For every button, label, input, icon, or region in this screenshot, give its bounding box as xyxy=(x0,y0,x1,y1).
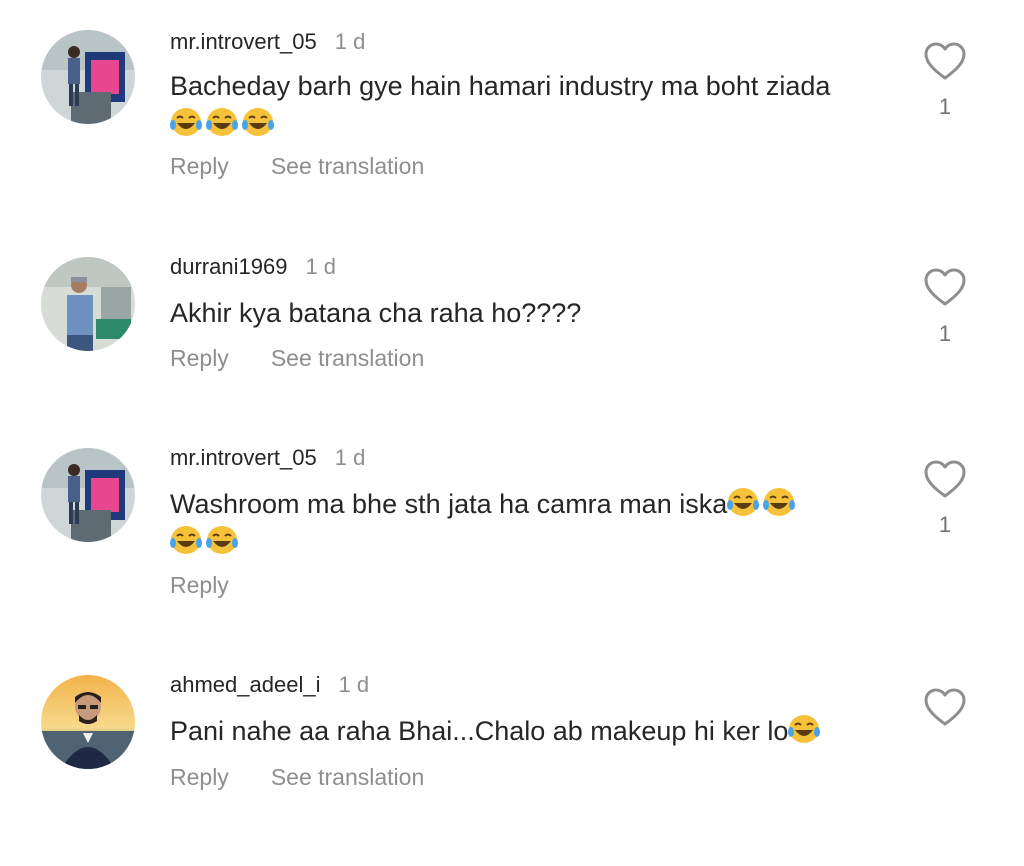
comment-text: Pani nahe aa raha Bhai...Chalo ab makeup… xyxy=(170,712,890,750)
laughing-tears-emoji xyxy=(788,714,821,744)
avatar-image xyxy=(41,675,135,769)
comment-text: Akhir kya batana cha raha ho???? xyxy=(170,294,890,332)
avatar[interactable] xyxy=(41,257,135,351)
see-translation-button[interactable]: See translation xyxy=(271,345,424,372)
avatar[interactable] xyxy=(41,448,135,542)
reply-button[interactable]: Reply xyxy=(170,764,229,791)
like-button[interactable] xyxy=(923,42,967,82)
comment-meta: mr.introvert_05 1 d xyxy=(170,445,365,475)
laughing-tears-emoji xyxy=(206,525,238,555)
laughing-tears-emoji xyxy=(727,487,760,517)
like-count: 1 xyxy=(938,321,952,346)
comment-text: Washroom ma bhe sth jata ha camra man is… xyxy=(170,485,890,561)
avatar-image xyxy=(41,257,135,351)
heart-outline-icon xyxy=(924,460,966,498)
avatar[interactable] xyxy=(41,30,135,124)
avatar-image xyxy=(41,30,135,124)
see-translation-button[interactable]: See translation xyxy=(271,764,424,791)
comment-actions: Reply See translation xyxy=(170,153,466,180)
laughing-tears-emoji xyxy=(170,525,202,555)
laughing-tears-emoji xyxy=(242,107,274,137)
reply-button[interactable]: Reply xyxy=(170,572,229,599)
avatar[interactable] xyxy=(41,675,135,769)
like-count: 1 xyxy=(938,94,952,119)
comment-text: Bacheday barh gye hain hamari industry m… xyxy=(170,67,890,143)
avatar-image xyxy=(41,448,135,542)
reply-button[interactable]: Reply xyxy=(170,345,229,372)
comment-username[interactable]: mr.introvert_05 xyxy=(170,445,317,471)
heart-outline-icon xyxy=(924,42,966,80)
comment-body: Akhir kya batana cha raha ho???? xyxy=(170,298,582,328)
heart-outline-icon xyxy=(924,268,966,306)
comment-body: Washroom ma bhe sth jata ha camra man is… xyxy=(170,489,728,519)
comment-actions: Reply See translation xyxy=(170,345,466,372)
comment-username[interactable]: durrani1969 xyxy=(170,254,287,280)
comment-timestamp: 1 d xyxy=(334,445,366,470)
comment-timestamp: 1 d xyxy=(305,254,337,279)
comment-username[interactable]: ahmed_adeel_i xyxy=(170,672,320,698)
comment-timestamp: 1 d xyxy=(334,29,366,54)
like-button[interactable] xyxy=(923,460,967,500)
comment-meta: mr.introvert_05 1 d xyxy=(170,29,365,59)
comment-actions: Reply See translation xyxy=(170,764,466,791)
comment-meta: durrani1969 1 d xyxy=(170,254,336,284)
comment-timestamp: 1 d xyxy=(338,672,370,697)
laughing-tears-emoji xyxy=(170,107,202,137)
reply-button[interactable]: Reply xyxy=(170,153,229,180)
like-button[interactable] xyxy=(923,688,967,728)
comment-username[interactable]: mr.introvert_05 xyxy=(170,29,317,55)
like-button[interactable] xyxy=(923,268,967,308)
comment-body: Pani nahe aa raha Bhai...Chalo ab makeup… xyxy=(170,716,789,746)
laughing-tears-emoji xyxy=(763,487,796,517)
like-count: 1 xyxy=(938,512,952,537)
laughing-tears-emoji xyxy=(206,107,238,137)
comment-body: Bacheday barh gye hain hamari industry m… xyxy=(170,71,831,101)
comment-meta: ahmed_adeel_i 1 d xyxy=(170,672,369,702)
comment-actions: Reply xyxy=(170,572,271,599)
heart-outline-icon xyxy=(924,688,966,726)
see-translation-button[interactable]: See translation xyxy=(271,153,424,180)
